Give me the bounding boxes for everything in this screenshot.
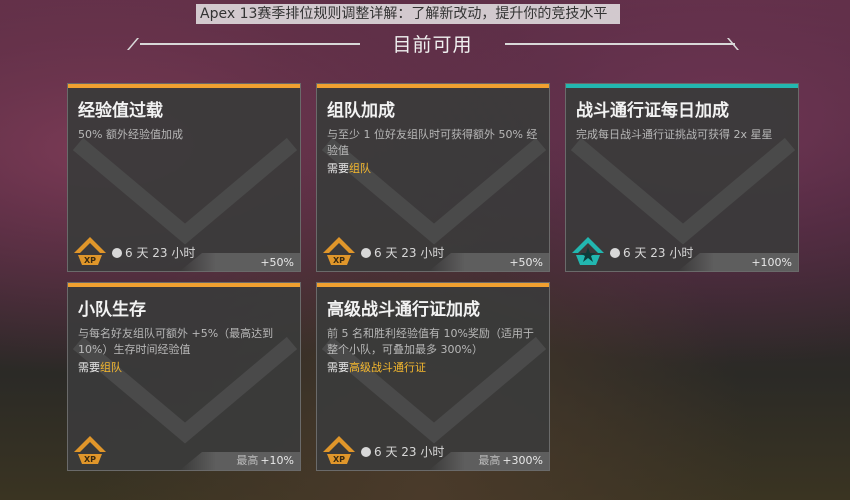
bonus-amount: +300% <box>502 454 543 467</box>
page-caption: Apex 13赛季排位规则调整详解：了解新改动，提升你的竞技水平 <box>196 4 620 24</box>
boost-card-battle-pass-daily[interactable]: 战斗通行证每日加成 完成每日战斗通行证挑战可获得 2x 星星 6 天 23 小时… <box>565 83 799 272</box>
card-title: 组队加成 <box>327 101 395 121</box>
card-requirement: 需要组队 <box>317 159 549 176</box>
bonus-amount: +50% <box>260 256 294 269</box>
card-description: 前 5 名和胜利经验值有 10%奖励（适用于整个小队，可叠加最多 300%） <box>327 327 534 356</box>
badge-label: XP <box>333 455 345 464</box>
boost-card-xp-overload[interactable]: 经验值过载 50% 额外经验值加成 XP 6 天 23 小时 +50% <box>67 83 301 272</box>
xp-badge-icon: XP <box>323 436 355 464</box>
star-badge-icon <box>572 237 604 265</box>
badge-label: XP <box>84 256 96 265</box>
card-requirement: 需要组队 <box>68 358 300 375</box>
bonus-prefix: 最高 <box>478 454 501 467</box>
header-line-left <box>140 43 360 45</box>
timer-text: 6 天 23 小时 <box>125 246 196 260</box>
bonus-amount: +50% <box>509 256 543 269</box>
boost-card-premium-battle-pass[interactable]: 高级战斗通行证加成 前 5 名和胜利经验值有 10%奖励（适用于整个小队，可叠加… <box>316 282 550 471</box>
boost-card-squad-survival[interactable]: 小队生存 与每名好友组队可额外 +5%（最高达到 10%）生存时间经验值 需要组… <box>67 282 301 471</box>
requirement-prefix: 需要 <box>78 361 100 374</box>
card-title: 战斗通行证每日加成 <box>576 101 729 121</box>
card-title: 高级战斗通行证加成 <box>327 300 480 320</box>
card-requirement: 需要高级战斗通行证 <box>317 358 549 375</box>
clock-icon <box>361 447 371 457</box>
bonus-prefix: 最高 <box>236 454 259 467</box>
clock-icon <box>112 248 122 258</box>
card-description: 与每名好友组队可额外 +5%（最高达到 10%）生存时间经验值 <box>78 327 274 356</box>
timer-text: 6 天 23 小时 <box>623 246 694 260</box>
requirement-value: 组队 <box>349 162 371 175</box>
bonus-value: +50% <box>258 256 294 269</box>
bonus-value: +100% <box>749 256 792 269</box>
timer: 6 天 23 小时 <box>610 244 693 261</box>
requirement-prefix: 需要 <box>327 162 349 175</box>
section-header: 目前可用 <box>0 28 850 58</box>
bonus-amount: +100% <box>751 256 792 269</box>
bonus-value: +50% <box>507 256 543 269</box>
card-title: 小队生存 <box>78 300 146 320</box>
xp-badge-icon: XP <box>323 237 355 265</box>
bonus-value: 最高 +300% <box>478 452 543 468</box>
card-title: 经验值过载 <box>78 101 163 121</box>
boost-card-party[interactable]: 组队加成 与至少 1 位好友组队时可获得额外 50% 经验值 需要组队 XP 6… <box>316 83 550 272</box>
timer-text: 6 天 23 小时 <box>374 246 445 260</box>
clock-icon <box>361 248 371 258</box>
requirement-value: 组队 <box>100 361 122 374</box>
timer: 6 天 23 小时 <box>112 244 195 261</box>
clock-icon <box>610 248 620 258</box>
badge-label: XP <box>84 455 96 464</box>
card-description: 与至少 1 位好友组队时可获得额外 50% 经验值 <box>327 128 538 157</box>
timer: 6 天 23 小时 <box>361 244 444 261</box>
timer-text: 6 天 23 小时 <box>374 445 445 459</box>
header-line-right <box>505 43 735 45</box>
card-description: 完成每日战斗通行证挑战可获得 2x 星星 <box>576 128 773 141</box>
xp-badge-icon: XP <box>74 436 106 464</box>
xp-badge-icon: XP <box>74 237 106 265</box>
timer: 6 天 23 小时 <box>361 443 444 460</box>
bonus-value: 最高 +10% <box>236 452 294 468</box>
bonus-amount: +10% <box>260 454 294 467</box>
requirement-value: 高级战斗通行证 <box>349 361 426 374</box>
requirement-prefix: 需要 <box>327 361 349 374</box>
card-description: 50% 额外经验值加成 <box>78 128 183 141</box>
badge-label: XP <box>333 256 345 265</box>
section-title: 目前可用 <box>392 34 473 56</box>
